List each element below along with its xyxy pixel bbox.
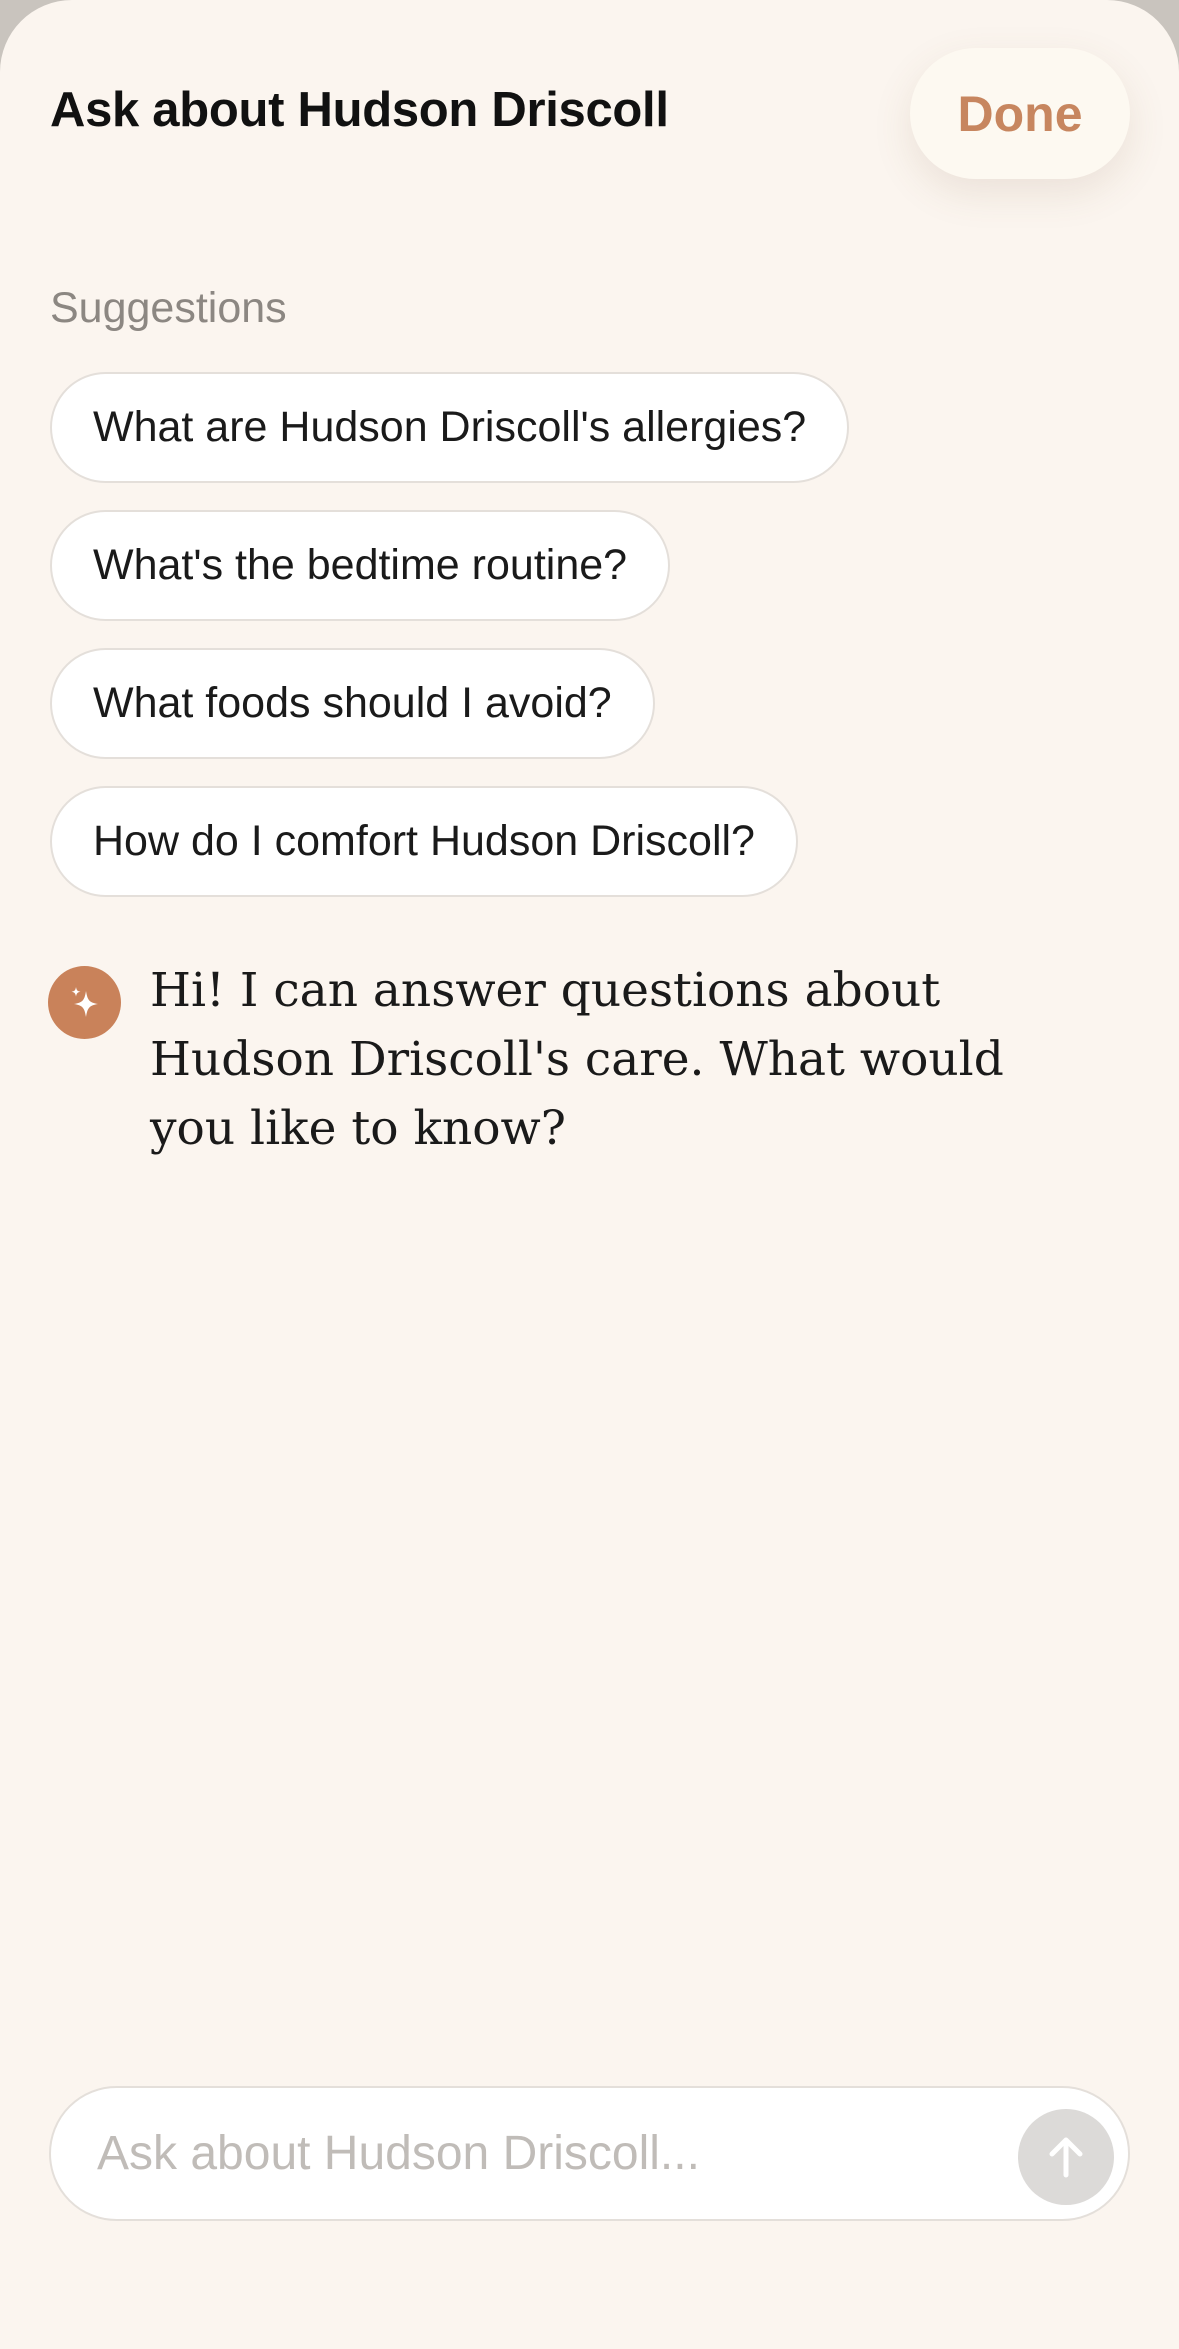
- assistant-sheet: Ask about Hudson Driscoll Done Suggestio…: [0, 0, 1179, 2349]
- ask-input[interactable]: [97, 2088, 1017, 2219]
- composer: [49, 2086, 1130, 2221]
- suggestions-label: Suggestions: [50, 284, 287, 332]
- suggestion-chip-foods[interactable]: What foods should I avoid?: [50, 648, 655, 759]
- assistant-avatar: [48, 966, 121, 1039]
- suggestion-chip-bedtime[interactable]: What's the bedtime routine?: [50, 510, 671, 621]
- assistant-message: Hi! I can answer questions about Hudson …: [150, 963, 1004, 1156]
- sparkle-icon: [71, 986, 98, 1017]
- send-button[interactable]: [1018, 2109, 1114, 2205]
- page-title: Ask about Hudson Driscoll: [50, 83, 669, 137]
- suggestion-list: What are Hudson Driscoll's allergies? Wh…: [50, 372, 850, 897]
- assistant-message-row: Hi! I can answer questions about Hudson …: [48, 962, 1050, 1163]
- suggestion-chip-allergies[interactable]: What are Hudson Driscoll's allergies?: [50, 372, 850, 483]
- arrow-up-icon: [1049, 2137, 1083, 2178]
- suggestion-chip-comfort[interactable]: How do I comfort Hudson Driscoll?: [50, 786, 798, 897]
- done-button[interactable]: Done: [910, 48, 1130, 179]
